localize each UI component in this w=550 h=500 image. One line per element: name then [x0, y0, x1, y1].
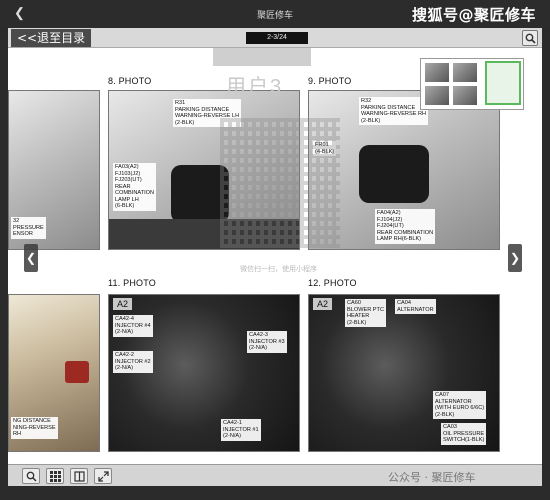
bookmark-button[interactable]: [70, 468, 88, 484]
thumb-image: [425, 63, 449, 82]
grid-view-button[interactable]: [46, 468, 64, 484]
faint-overlay-note: 微信扫一扫，使用小程序: [240, 266, 317, 273]
photo-11-label-ca42-2: CA42-2 INJECTOR #2 (2-N/A): [113, 351, 153, 373]
viewer-toolbar: <<退至目录 2-3/24: [8, 28, 542, 48]
photo-12-tag: A2: [313, 298, 333, 310]
back-to-contents-button[interactable]: <<退至目录: [11, 29, 92, 47]
book-icon: [74, 471, 85, 482]
app-frame: ❮ 聚匠修车 搜狐号@聚匠修车 <<退至目录 2-3/24 32 PRESSUR…: [0, 0, 550, 500]
page-thumbnail-navigator[interactable]: [420, 58, 524, 110]
photo-11-label-ca42-3: CA42-3 INJECTOR #3 (2-N/A): [247, 331, 287, 353]
page-indicator[interactable]: 2-3/24: [246, 32, 308, 44]
fullscreen-icon: [98, 471, 109, 482]
chevron-left-icon: ❮: [25, 251, 37, 265]
search-button[interactable]: [522, 30, 538, 46]
chevron-right-icon: ❯: [509, 251, 521, 265]
header-strip: [213, 48, 311, 66]
photo-9-label-r32: R32 PARKING DISTANCE WARNING-REVERSE RH …: [359, 97, 429, 125]
wechat-watermark: 公众号 · 聚匠修车: [388, 471, 476, 484]
photo-9-label-fa04: FA04(A2) FJ104(J2) FJ204(UT) REAR COMBIN…: [375, 209, 436, 244]
next-page-button[interactable]: ❯: [508, 244, 522, 272]
photo-12-label-ca03: CA03 OIL PRESSURE SWITCH(1-BLK): [441, 423, 487, 445]
partial-label-bottom: NG DISTANCE NING-REVERSE RH: [11, 417, 58, 439]
thumb-image: [425, 86, 449, 105]
photo-8-label-fa03: FA03(A2) FJ103(J2) FJ203(UT) REAR COMBIN…: [113, 163, 157, 211]
sohu-watermark: 搜狐号@聚匠修车: [411, 6, 536, 24]
bottom-toolbar: 公众号 · 聚匠修车: [8, 464, 542, 486]
photo-11-tag: A2: [113, 298, 133, 310]
title-bar: ❮ 聚匠修车 搜狐号@聚匠修车: [0, 0, 550, 28]
photo-12-title: 12. PHOTO: [308, 278, 357, 288]
faint-overlay-text: 用户3: [226, 76, 284, 98]
photo-11: A2 CA42-4 INJECTOR #4 (2-N/A) CA42-3 INJ…: [108, 294, 300, 452]
partial-photo-top: 32 PRESSURE ENSOR: [8, 90, 100, 250]
qr-code-overlay: [220, 118, 340, 248]
photo-11-label-ca42-1: CA42-1 INJECTOR #1 (2-N/A): [221, 419, 261, 441]
thumb-viewport-selection[interactable]: [485, 61, 521, 105]
fullscreen-button[interactable]: [94, 468, 112, 484]
zoom-button[interactable]: [22, 468, 40, 484]
partial-photo-bottom: NG DISTANCE NING-REVERSE RH: [8, 294, 100, 452]
thumb-image: [453, 63, 477, 82]
document-viewer[interactable]: 32 PRESSURE ENSOR NG DISTANCE NING-REVER…: [8, 48, 542, 464]
thumb-image: [453, 86, 477, 105]
photo-12-label-ca07: CA07 ALTERNATOR (WITH EURO 6/6C) (2-BLK): [433, 391, 487, 419]
photo-11-label-ca42-4: CA42-4 INJECTOR #4 (2-N/A): [113, 315, 153, 337]
photo-12-label-ca60: CA60 BLOWER PTC HEATER (2-BLK): [345, 299, 386, 327]
partial-label-top: 32 PRESSURE ENSOR: [11, 217, 46, 239]
photo-11-title: 11. PHOTO: [108, 278, 156, 288]
zoom-icon: [26, 471, 37, 482]
prev-page-button[interactable]: ❮: [24, 244, 38, 272]
partial-red-part: [65, 361, 89, 383]
photo-8-title: 8. PHOTO: [108, 76, 152, 86]
photo-9-title: 9. PHOTO: [308, 76, 352, 86]
search-icon: [525, 33, 536, 44]
photo-12-label-ca04: CA04 ALTERNATOR: [395, 299, 436, 314]
photo-12: A2 CA60 BLOWER PTC HEATER (2-BLK) CA04 A…: [308, 294, 500, 452]
photo-9-lamp: [359, 145, 429, 203]
grid-icon: [50, 471, 61, 482]
